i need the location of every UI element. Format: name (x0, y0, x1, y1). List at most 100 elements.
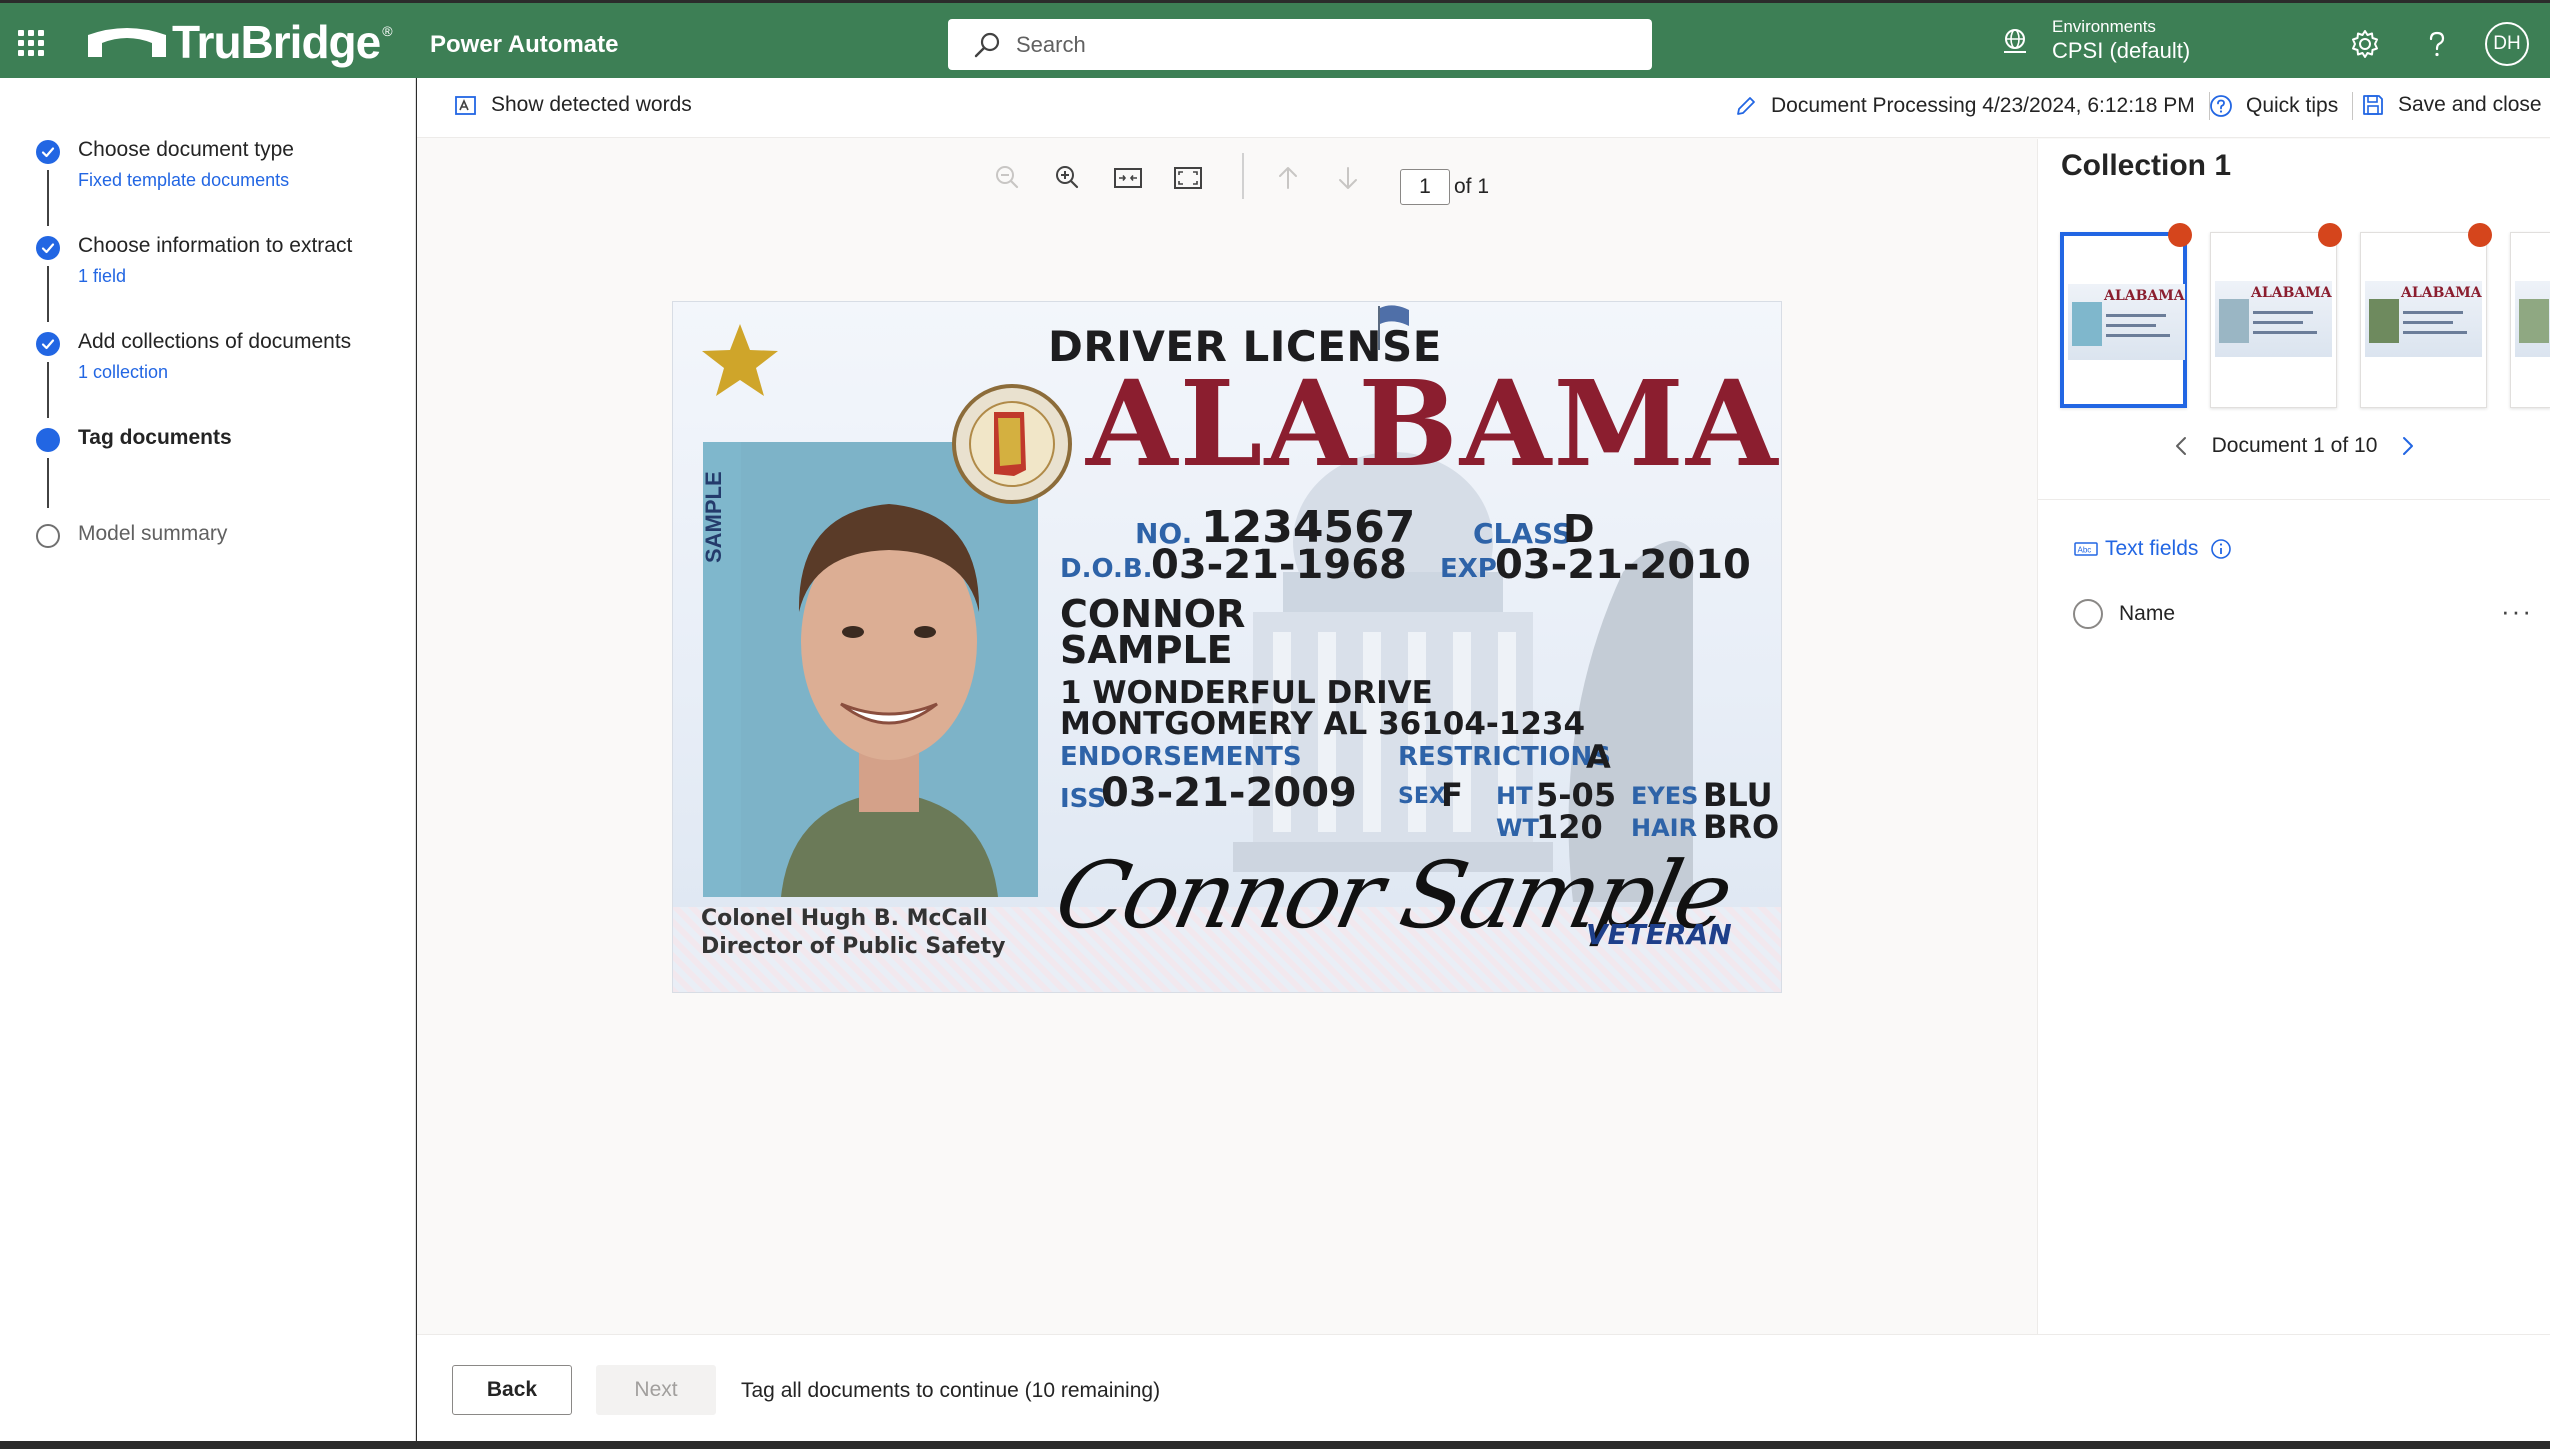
document-thumbnail[interactable]: ALABAMA (2210, 232, 2337, 408)
search-input[interactable] (1016, 31, 1616, 58)
official-name: Colonel Hugh B. McCall (701, 906, 988, 931)
fit-page-icon[interactable] (1169, 159, 1207, 197)
step-subtitle[interactable]: 1 collection (78, 362, 168, 383)
divider (2352, 92, 2354, 120)
step-subtitle[interactable]: 1 field (78, 266, 126, 287)
help-question-icon[interactable] (2420, 27, 2454, 61)
step-connector (47, 362, 49, 418)
sample-watermark-text: SAMPLE (701, 471, 726, 563)
height-label: HT (1496, 782, 1533, 810)
info-icon[interactable] (2210, 538, 2232, 560)
sex-label: SEX (1398, 784, 1446, 809)
thumbnail-image (2515, 281, 2550, 357)
step-title: Choose information to extract (78, 234, 353, 257)
footer-status-message: Tag all documents to continue (10 remain… (741, 1379, 1161, 1402)
field-radio[interactable] (2073, 599, 2103, 629)
collection-panel: Collection 1 ALABAMA ALABAMA ALABAMA Doc… (2037, 139, 2550, 1334)
main-content: Show detected words Document Processing … (417, 78, 2550, 1441)
weight-label: WT (1496, 814, 1539, 842)
issue-value: 03-21-2009 (1101, 770, 1357, 816)
thumbnail-image: ALABAMA (2365, 281, 2482, 357)
sex-value: F (1441, 776, 1463, 814)
next-document-chevron-icon[interactable] (2395, 434, 2419, 458)
expiration-label: EXP (1440, 554, 1497, 584)
document-thumbnail[interactable]: ALABAMA (2360, 232, 2487, 408)
show-detected-words-button[interactable]: Show detected words (453, 92, 692, 118)
text-fields-header: Abc Text fields (2073, 536, 2232, 562)
hair-label: HAIR (1631, 814, 1698, 842)
text-fields-label: Text fields (2105, 537, 2199, 560)
license-name-line2: SAMPLE (1060, 628, 1233, 672)
dob-label: D.O.B. (1060, 554, 1153, 584)
step-current-dot-icon (36, 428, 60, 452)
veteran-designation: VETERAN (1586, 918, 1732, 951)
previous-document-chevron-icon[interactable] (2170, 434, 2194, 458)
environment-picker[interactable]: Environments CPSI (default) (2000, 17, 2190, 65)
step-pending-circle-icon (36, 524, 60, 548)
step-complete-check-icon (36, 332, 60, 356)
zoom-in-icon[interactable] (1049, 159, 1087, 197)
expiration-value: 03-21-2010 (1495, 542, 1751, 588)
restrictions-label: RESTRICTIONS (1398, 742, 1612, 772)
quick-tips-question-icon (2210, 95, 2232, 117)
viewer-toolbar (417, 139, 2037, 219)
page-total-label: of 1 (1454, 175, 1490, 198)
step-complete-check-icon (36, 140, 60, 164)
environment-value: CPSI (default) (2052, 38, 2191, 63)
search-box[interactable] (948, 19, 1652, 70)
svg-text:Abc: Abc (2078, 546, 2092, 555)
document-viewer: 1 of 1 SAMPLE DRIVER LICENSE ALABAMA NO.… (417, 139, 2037, 1334)
driver-license-document[interactable]: SAMPLE DRIVER LICENSE ALABAMA NO. 123456… (672, 301, 1782, 993)
page-number-input[interactable]: 1 (1400, 169, 1450, 205)
eyes-label: EYES (1631, 782, 1699, 810)
issue-label: ISS (1060, 784, 1106, 814)
field-row-name[interactable]: Name ··· (2073, 594, 2533, 634)
command-bar: Show detected words Document Processing … (417, 78, 2550, 138)
app-name[interactable]: Power Automate (430, 31, 618, 59)
field-name-label: Name (2119, 602, 2176, 625)
settings-gear-icon[interactable] (2348, 27, 2382, 61)
document-navigator: Document 1 of 10 (2038, 426, 2550, 466)
dob-value: 03-21-1968 (1151, 542, 1407, 588)
save-and-close-button[interactable]: Save and close (2360, 92, 2542, 118)
step-connector (47, 170, 49, 226)
text-field-abc-icon: Abc (2074, 542, 2098, 556)
top-bar: TruBridge ® Power Automate Environments … (0, 0, 2550, 78)
step-connector (47, 458, 49, 508)
document-thumbnail[interactable]: ALABAMA (2060, 232, 2187, 408)
gold-star-icon (702, 324, 778, 396)
environment-icon (2004, 29, 2026, 53)
next-page-arrow-down-icon[interactable] (1329, 159, 1367, 197)
capitol-building-watermark (1233, 452, 1693, 902)
save-disk-icon (2363, 95, 2383, 115)
quick-tips-button[interactable]: Quick tips (2208, 92, 2367, 120)
state-seal-icon (952, 384, 1072, 504)
endorsements-label: ENDORSEMENTS (1060, 742, 1302, 772)
step-complete-check-icon (36, 236, 60, 260)
official-title: Director of Public Safety (701, 934, 1006, 959)
quick-tips-label: Quick tips (2246, 94, 2339, 117)
back-button[interactable]: Back (452, 1365, 572, 1415)
app-launcher-icon[interactable] (18, 30, 44, 56)
save-and-close-label: Save and close (2398, 93, 2542, 116)
zoom-out-icon[interactable] (989, 159, 1027, 197)
toolbar-divider (1242, 153, 1244, 199)
document-title-edit[interactable]: Document Processing 4/23/2024, 6:12:18 P… (1733, 92, 2224, 120)
brand-logo[interactable]: TruBridge ® (86, 17, 393, 67)
search-icon (974, 32, 1000, 57)
document-title: Document Processing 4/23/2024, 6:12:18 P… (1771, 94, 2195, 117)
next-button[interactable]: Next (596, 1365, 716, 1415)
more-options-icon[interactable]: ··· (2501, 596, 2533, 627)
fit-width-icon[interactable] (1109, 159, 1147, 197)
license-address-line2: MONTGOMERY AL 36104-1234 (1060, 706, 1586, 742)
document-position-label: Document 1 of 10 (2211, 434, 2378, 457)
user-avatar[interactable]: DH (2485, 22, 2529, 66)
weight-value: 120 (1536, 808, 1603, 846)
edit-pencil-icon (1737, 97, 1755, 115)
untagged-status-badge (2318, 223, 2342, 247)
step-subtitle[interactable]: Fixed template documents (78, 170, 289, 191)
document-thumbnail[interactable] (2510, 232, 2550, 408)
hair-value: BRO (1703, 808, 1780, 846)
wizard-stepper: Choose document type Fixed template docu… (0, 78, 416, 1441)
previous-page-arrow-up-icon[interactable] (1269, 159, 1307, 197)
